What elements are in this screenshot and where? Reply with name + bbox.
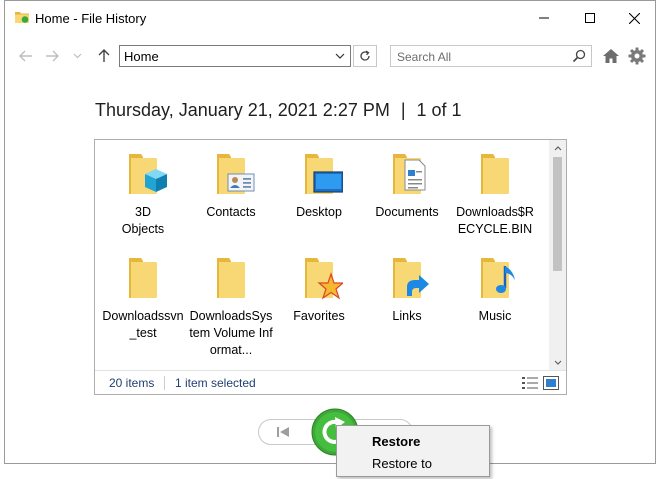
folder-desktop-icon [305,154,344,194]
home-button[interactable] [601,46,621,66]
vertical-scrollbar[interactable] [549,140,566,371]
item-label: Desktop [296,205,342,219]
back-button[interactable] [15,45,37,67]
arrow-left-icon [19,50,32,62]
folder-documents-icon [393,154,426,194]
item-label: Documents [375,205,439,219]
chevron-down-icon [73,53,81,59]
menu-item-label: Restore to [372,456,432,471]
arrow-right-icon [46,50,59,62]
folder-contacts-icon [217,154,255,194]
window-title: Home - File History [35,11,147,26]
list-item[interactable]: Favorites [276,254,362,325]
folder-icon [481,154,509,194]
scroll-down-button[interactable] [549,354,566,371]
item-label: Contacts [206,205,256,219]
minimize-button[interactable] [521,1,567,35]
arrow-up-icon [98,49,110,62]
address-dropdown-button[interactable] [330,46,350,66]
snapshot-separator: | [400,100,406,120]
address-text: Home [124,49,159,64]
previous-icon [277,427,289,437]
previous-version-button[interactable] [269,421,297,443]
folder-links-icon [393,258,429,298]
list-item[interactable]: DownloadsSystem Volume Informat... [188,254,274,359]
folder-music-icon [481,258,515,298]
list-item[interactable]: Downloads$RECYCLE.BIN [452,150,538,238]
list-item[interactable]: Contacts [188,150,274,221]
snapshot-date: Thursday, January 21, 2021 2:27 PM [95,100,390,120]
minimize-icon [539,17,549,19]
restore-context-menu: Restore Restore to [336,425,490,477]
menu-item-label: Restore [372,434,421,449]
file-list-panel: 3D Objects Contacts Desktop Documents Do… [94,139,567,395]
up-button[interactable] [93,45,115,67]
details-view-icon[interactable] [522,376,538,390]
item-label: Downloadssvn_test [102,309,184,340]
refresh-button[interactable] [353,45,377,67]
gear-icon [628,47,646,65]
scroll-thumb[interactable] [553,157,562,271]
list-item[interactable]: Desktop [276,150,362,221]
list-item[interactable]: Documents [364,150,450,221]
item-label: Links [392,309,422,323]
settings-button[interactable] [627,46,647,66]
folder-icon [129,258,157,298]
item-label: DownloadsSystem Volume Informat... [189,309,273,357]
file-history-app-icon [15,12,29,23]
item-label: Music [478,309,512,323]
list-item[interactable]: 3D Objects [100,150,186,238]
recent-locations-button[interactable] [66,45,88,67]
status-divider [164,376,165,390]
forward-button[interactable] [41,45,63,67]
refresh-icon [360,50,370,61]
close-icon [628,12,640,24]
search-icon[interactable] [572,49,586,63]
search-box[interactable]: Search All [390,45,592,67]
list-item[interactable]: Music [452,254,538,325]
chevron-down-icon [554,360,561,365]
item-label: Downloads$RECYCLE.BIN [456,205,534,236]
list-item[interactable]: Downloadssvn_test [100,254,186,342]
search-placeholder: Search All [397,50,452,64]
home-icon [603,49,619,63]
address-bar[interactable]: Home [119,45,351,67]
folder-3d-objects-icon [129,154,167,194]
file-history-window: Home - File History Home Search All Thur… [4,0,656,464]
maximize-icon [585,13,595,23]
close-button[interactable] [611,1,657,35]
selection-count: 1 item selected [175,376,256,390]
snapshot-header: Thursday, January 21, 2021 2:27 PM | 1 of … [95,100,462,121]
item-label: 3D Objects [121,205,165,236]
item-count: 20 items [109,376,155,390]
chevron-up-icon [554,146,561,151]
title-bar: Home - File History [5,1,655,35]
chevron-down-icon [335,53,345,59]
scroll-up-button[interactable] [549,140,566,157]
folder-icon [217,258,245,298]
maximize-button[interactable] [567,1,613,35]
menu-item-restore-to[interactable]: Restore to [337,452,489,474]
list-item[interactable]: Links [364,254,450,325]
large-icons-view-icon[interactable] [543,376,559,390]
item-label: Favorites [293,309,345,323]
snapshot-page-counter: 1 of 1 [416,100,462,120]
status-bar: 20 items 1 item selected [95,370,566,394]
file-grid: 3D Objects Contacts Desktop Documents Do… [95,140,550,371]
folder-favorites-icon [305,258,345,300]
menu-item-restore[interactable]: Restore [337,430,489,452]
